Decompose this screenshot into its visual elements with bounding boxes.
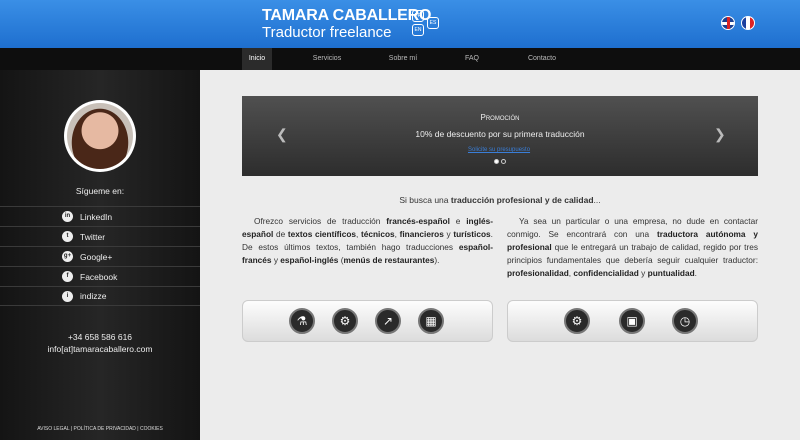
clock-icon[interactable]: ◷ bbox=[672, 308, 698, 334]
social-label: LinkedIn bbox=[80, 211, 113, 222]
en-hex-badge: EN bbox=[412, 24, 424, 36]
social-list: in LinkedIn t Twitter g+ Google+ f Faceb… bbox=[0, 206, 200, 306]
promo-subtitle: 10% de descuento por su primera traducci… bbox=[415, 129, 585, 139]
specialties-panel: ⚗ ⚙ ↗ ▦ bbox=[242, 300, 493, 342]
phone-number: +34 658 586 616 bbox=[67, 332, 133, 342]
linkedin-icon: in bbox=[62, 211, 73, 222]
es-hex-badge: ES bbox=[427, 17, 439, 29]
social-indizze[interactable]: i indizze bbox=[0, 286, 200, 306]
email-address[interactable]: info[at]tamaracaballero.com bbox=[0, 343, 200, 355]
social-googleplus[interactable]: g+ Google+ bbox=[0, 246, 200, 266]
social-linkedin[interactable]: in LinkedIn bbox=[0, 206, 200, 226]
nav-servicios[interactable]: Servicios bbox=[307, 48, 347, 70]
promo-title: Promoción bbox=[480, 113, 520, 122]
next-arrow-icon[interactable]: ❯ bbox=[714, 126, 726, 143]
services-text: Ofrezco servicios de traducción francés-… bbox=[242, 216, 493, 265]
contact-info: +34 658 586 616 info[at]tamaracaballero.… bbox=[0, 331, 200, 355]
social-label: Twitter bbox=[80, 231, 106, 242]
avatar bbox=[64, 100, 136, 172]
brand-role: Traductor freelance bbox=[262, 24, 392, 41]
social-twitter[interactable]: t Twitter bbox=[0, 226, 200, 246]
googleplus-icon: g+ bbox=[62, 251, 73, 262]
nav-faq[interactable]: FAQ bbox=[458, 48, 486, 70]
site-header: TAMARA CABALLERO Traductor freelance FR … bbox=[0, 0, 800, 48]
promo-slider: ❮ Promoción 10% de descuento por su prim… bbox=[242, 96, 758, 176]
brand-logo[interactable]: TAMARA CABALLERO Traductor freelance bbox=[262, 7, 431, 41]
quality-text: Ya sea un particular o una empresa, no d… bbox=[507, 216, 758, 278]
social-facebook[interactable]: f Facebook bbox=[0, 266, 200, 286]
follow-heading: Sígueme en: bbox=[75, 186, 125, 196]
social-label: Google+ bbox=[80, 251, 113, 262]
cog-icon[interactable]: ⚙ bbox=[564, 308, 590, 334]
sidebar: Sígueme en: in LinkedIn t Twitter g+ Goo… bbox=[0, 70, 200, 440]
brand-name: TAMARA CABALLERO bbox=[262, 7, 432, 24]
principles-panel: ⚙ ▣ ◷ bbox=[507, 300, 758, 342]
promo-link[interactable]: Solicite su presupuesto bbox=[468, 147, 530, 153]
slider-dot[interactable] bbox=[494, 159, 499, 164]
main-nav: Inicio Servicios Sobre mí FAQ Contacto bbox=[0, 48, 800, 70]
fr-flag-icon[interactable] bbox=[741, 16, 755, 30]
twitter-icon: t bbox=[62, 231, 73, 242]
facebook-icon: f bbox=[62, 271, 73, 282]
intro-text: Si busca una traducción profesional y de… bbox=[399, 195, 601, 205]
legal-links[interactable]: AVISO LEGAL | POLÍTICA DE PRIVACIDAD | C… bbox=[0, 426, 200, 432]
nav-contacto[interactable]: Contacto bbox=[522, 48, 562, 70]
lock-icon[interactable]: ▣ bbox=[619, 308, 645, 334]
nav-inicio[interactable]: Inicio bbox=[242, 48, 272, 70]
map-icon[interactable]: ▦ bbox=[418, 308, 444, 334]
uk-flag-icon[interactable] bbox=[721, 16, 735, 30]
gears-icon[interactable]: ⚙ bbox=[332, 308, 358, 334]
flask-icon[interactable]: ⚗ bbox=[289, 308, 315, 334]
social-label: indizze bbox=[80, 291, 107, 301]
info-icon: i bbox=[62, 290, 73, 302]
fr-hex-badge: FR bbox=[412, 10, 424, 22]
chart-icon[interactable]: ↗ bbox=[375, 308, 401, 334]
social-label: Facebook bbox=[80, 271, 118, 282]
slider-dot[interactable] bbox=[501, 159, 506, 164]
nav-sobre-mi[interactable]: Sobre mí bbox=[383, 48, 423, 70]
